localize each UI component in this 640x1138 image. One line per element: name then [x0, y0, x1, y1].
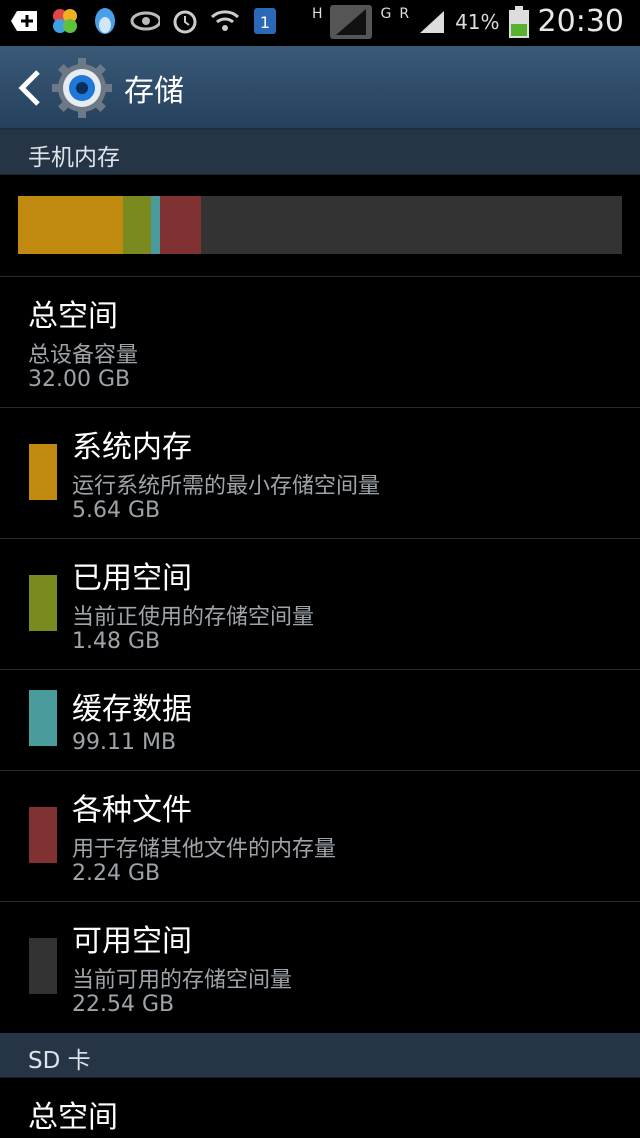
list-item-used-space[interactable]: 已用空间 当前正使用的存储空间量 1.48 GB: [0, 539, 640, 669]
list-item-cache-data[interactable]: 缓存数据 99.11 MB: [0, 670, 640, 770]
section-header-sd: SD 卡: [0, 1033, 640, 1078]
signal-bars-icon: [417, 7, 447, 37]
color-swatch: [29, 938, 57, 994]
row-title: 系统内存: [72, 430, 192, 465]
clover-app-icon: [50, 6, 80, 36]
section-label: SD 卡: [28, 1048, 91, 1074]
row-subtitle: 用于存储其他文件的内存量: [72, 837, 337, 862]
storage-usage-bar: [18, 196, 622, 254]
status-bar: 1 H G R 41% 20:30: [0, 0, 640, 46]
usage-segment-system: [18, 196, 124, 254]
roaming-label: R: [399, 5, 410, 22]
qq-penguin-icon: [90, 6, 120, 36]
add-notification-icon: [10, 6, 40, 36]
battery-percent: 41%: [455, 9, 500, 34]
row-value: 22.54 GB: [72, 992, 175, 1017]
network-type-label: H: [311, 5, 323, 22]
row-title: 总空间: [28, 1100, 118, 1135]
usage-segment-used: [123, 196, 151, 254]
color-swatch: [29, 690, 57, 746]
color-swatch: [29, 444, 57, 500]
network-type-2-label: G: [380, 5, 392, 22]
usage-segment-cache: [150, 196, 160, 254]
usage-segment-free: [201, 196, 622, 254]
sd-total-space-row: 总空间: [0, 1078, 640, 1138]
usage-segment-misc: [159, 196, 202, 254]
page-title: 存储: [124, 74, 184, 109]
clock: 20:30: [537, 4, 624, 39]
row-value: 2.24 GB: [72, 861, 161, 886]
list-item-system-memory[interactable]: 系统内存 运行系统所需的最小存储空间量 5.64 GB: [0, 408, 640, 538]
sim-card-icon: 1: [250, 6, 280, 36]
row-value: 5.64 GB: [72, 498, 161, 523]
sim-label: 1: [260, 13, 270, 32]
row-subtitle: 总设备容量: [28, 343, 139, 368]
color-swatch: [29, 807, 57, 863]
back-arrow-icon[interactable]: [14, 68, 44, 108]
alarm-clock-icon: [170, 6, 200, 36]
action-bar: 存储: [0, 46, 640, 130]
row-title: 可用空间: [72, 924, 192, 959]
row-title: 各种文件: [72, 793, 192, 828]
row-subtitle: 当前正使用的存储空间量: [72, 605, 315, 630]
row-subtitle: 当前可用的存储空间量: [72, 968, 293, 993]
color-swatch: [29, 575, 57, 631]
section-label: 手机内存: [28, 145, 120, 171]
settings-gear-icon: [52, 58, 112, 118]
total-space-row: 总空间 总设备容量 32.00 GB: [0, 277, 640, 407]
row-title: 总空间: [28, 299, 118, 334]
wifi-icon: [210, 6, 240, 36]
eye-icon: [130, 6, 160, 36]
row-value: 32.00 GB: [28, 367, 131, 392]
list-item-available-space[interactable]: 可用空间 当前可用的存储空间量 22.54 GB: [0, 902, 640, 1032]
signal-strength-icon: [330, 4, 373, 39]
row-value: 99.11 MB: [72, 730, 177, 755]
list-item-misc-files[interactable]: 各种文件 用于存储其他文件的内存量 2.24 GB: [0, 771, 640, 901]
battery-icon: [508, 5, 530, 38]
row-title: 缓存数据: [72, 692, 192, 727]
row-title: 已用空间: [72, 561, 192, 596]
row-subtitle: 运行系统所需的最小存储空间量: [72, 474, 381, 499]
section-header-internal: 手机内存: [0, 130, 640, 175]
row-value: 1.48 GB: [72, 629, 161, 654]
